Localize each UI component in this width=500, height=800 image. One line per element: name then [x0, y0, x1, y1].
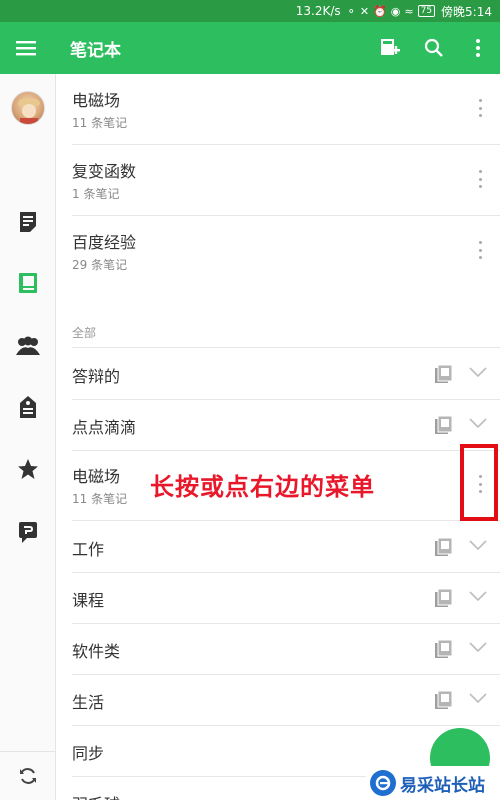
- chevron-down-icon[interactable]: [469, 692, 487, 704]
- work-chat-icon[interactable]: [14, 518, 42, 546]
- note-icon[interactable]: [14, 208, 42, 236]
- chevron-down-icon[interactable]: [469, 366, 487, 378]
- note-count: 11 条笔记: [72, 492, 128, 506]
- stack-name: 羽毛球: [72, 791, 120, 800]
- mute-icon: ✕: [359, 4, 370, 18]
- stack-row[interactable]: 答辩的: [56, 348, 500, 399]
- recent-notebook-item[interactable]: 百度经验 29 条笔记: [56, 216, 500, 287]
- more-vert-icon[interactable]: [474, 96, 486, 120]
- note-count: 11 条笔记: [72, 116, 128, 130]
- app-bar: 笔记本: [0, 22, 500, 74]
- people-icon[interactable]: [14, 332, 42, 360]
- notebook-icon[interactable]: [14, 269, 42, 297]
- annotation-text: 长按或点右边的菜单: [150, 473, 375, 501]
- hamburger-menu-icon[interactable]: [0, 22, 52, 74]
- chevron-down-icon[interactable]: [469, 539, 487, 551]
- recent-notebook-item[interactable]: 复变函数 1 条笔记: [56, 145, 500, 216]
- clock: 傍晚5:14: [441, 4, 492, 19]
- stack-icon: [435, 588, 453, 607]
- stack-icon: [435, 537, 453, 556]
- battery-icon: 75: [417, 5, 436, 17]
- chevron-down-icon[interactable]: [469, 641, 487, 653]
- new-notebook-icon[interactable]: [368, 22, 412, 74]
- stack-row[interactable]: 工作: [56, 521, 500, 572]
- stack-name: 答辩的: [72, 367, 121, 386]
- notebook-name: 百度经验: [72, 233, 137, 252]
- notebook-name: 电磁场: [72, 91, 121, 110]
- sidebar-rail: [0, 74, 56, 800]
- more-vert-icon[interactable]: [474, 167, 486, 191]
- watermark-logo-icon: [370, 770, 396, 796]
- stack-icon: [435, 690, 453, 709]
- network-speed: 13.2K/s: [295, 4, 341, 18]
- headset-icon: ⚬: [346, 4, 356, 18]
- sync-icon[interactable]: [0, 751, 56, 800]
- wifi-icon: ≈: [404, 4, 414, 18]
- chevron-down-icon[interactable]: [469, 417, 487, 429]
- stack-icon: [435, 415, 453, 434]
- stack-name: 工作: [72, 540, 105, 559]
- watermark: 易采站长站: [366, 766, 500, 800]
- stack-name: 课程: [72, 591, 105, 610]
- notebook-list: 电磁场 11 条笔记 复变函数 1 条笔记 百度经验 29 条笔记 全部 答辩的…: [56, 74, 500, 800]
- stack-name: 生活: [72, 693, 105, 712]
- more-vert-icon[interactable]: [456, 22, 500, 74]
- stack-row[interactable]: 点点滴滴: [56, 399, 500, 450]
- page-title: 笔记本: [70, 40, 121, 61]
- stack-icon: [435, 364, 453, 383]
- stack-name: 软件类: [72, 642, 121, 661]
- status-bar: 13.2K/s ⚬ ✕ ⏰ ◉ ≈ 75 傍晚5:14: [0, 0, 500, 22]
- avatar[interactable]: [11, 91, 45, 125]
- chevron-down-icon[interactable]: [469, 590, 487, 602]
- tag-icon[interactable]: [14, 393, 42, 421]
- stack-row[interactable]: 软件类: [56, 623, 500, 674]
- search-icon[interactable]: [412, 22, 456, 74]
- stack-row[interactable]: 课程: [56, 572, 500, 623]
- annotation-highlight-box: [460, 444, 498, 521]
- star-icon[interactable]: [14, 455, 42, 483]
- watermark-text: 易采站长站: [400, 775, 485, 796]
- eye-icon: ◉: [390, 4, 401, 18]
- stack-name: 同步: [72, 744, 105, 763]
- recent-notebook-item[interactable]: 电磁场 11 条笔记: [56, 74, 500, 145]
- stack-row[interactable]: 生活: [56, 674, 500, 725]
- note-count: 1 条笔记: [72, 187, 120, 201]
- stack-name: 点点滴滴: [72, 418, 137, 437]
- status-icons: ⚬ ✕ ⏰ ◉ ≈ 75: [346, 4, 436, 18]
- more-vert-icon[interactable]: [474, 238, 486, 262]
- section-label-all: 全部: [72, 326, 97, 340]
- stack-icon: [435, 639, 453, 658]
- notebook-name: 电磁场: [72, 467, 121, 486]
- alarm-icon: ⏰: [373, 4, 387, 18]
- notebook-name: 复变函数: [72, 162, 137, 181]
- note-count: 29 条笔记: [72, 258, 128, 272]
